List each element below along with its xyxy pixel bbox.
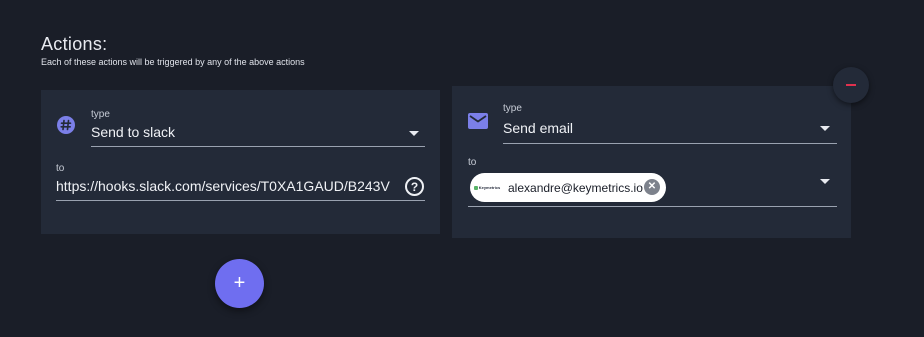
- chevron-down-icon[interactable]: [820, 126, 830, 131]
- add-action-button[interactable]: +: [215, 259, 264, 308]
- slack-hash-icon: [56, 115, 76, 135]
- section-title: Actions:: [41, 34, 108, 54]
- type-select-value[interactable]: Send email: [503, 120, 573, 136]
- to-label: to: [468, 157, 477, 168]
- minus-icon: [846, 84, 856, 86]
- chevron-down-icon[interactable]: [409, 131, 419, 136]
- chevron-down-icon[interactable]: [820, 179, 830, 184]
- to-input-underline: [56, 200, 425, 201]
- type-select-value[interactable]: Send to slack: [91, 124, 175, 140]
- mail-icon: [468, 111, 488, 131]
- type-select-underline: [503, 143, 837, 144]
- recipient-chip[interactable]: Keymetrics alexandre@keymetrics.io ✕: [470, 173, 666, 202]
- keymetrics-logo: Keymetrics: [473, 181, 501, 195]
- type-select-underline: [91, 146, 425, 147]
- to-input-underline: [468, 206, 837, 207]
- close-icon[interactable]: ✕: [644, 179, 660, 195]
- help-icon[interactable]: ?: [405, 177, 424, 196]
- section-subtitle: Each of these actions will be triggered …: [41, 57, 305, 67]
- webhook-url-input[interactable]: https://hooks.slack.com/services/T0XA1GA…: [56, 178, 396, 194]
- type-label: type: [503, 103, 522, 114]
- recipient-email: alexandre@keymetrics.io: [508, 180, 643, 195]
- plus-icon: +: [233, 272, 246, 294]
- action-card-email: type Send email to Keymetrics alexandre@…: [452, 86, 851, 238]
- type-label: type: [91, 109, 110, 120]
- action-card-slack: type Send to slack to https://hooks.slac…: [41, 90, 440, 234]
- to-label: to: [56, 163, 65, 174]
- remove-action-button[interactable]: [833, 67, 869, 103]
